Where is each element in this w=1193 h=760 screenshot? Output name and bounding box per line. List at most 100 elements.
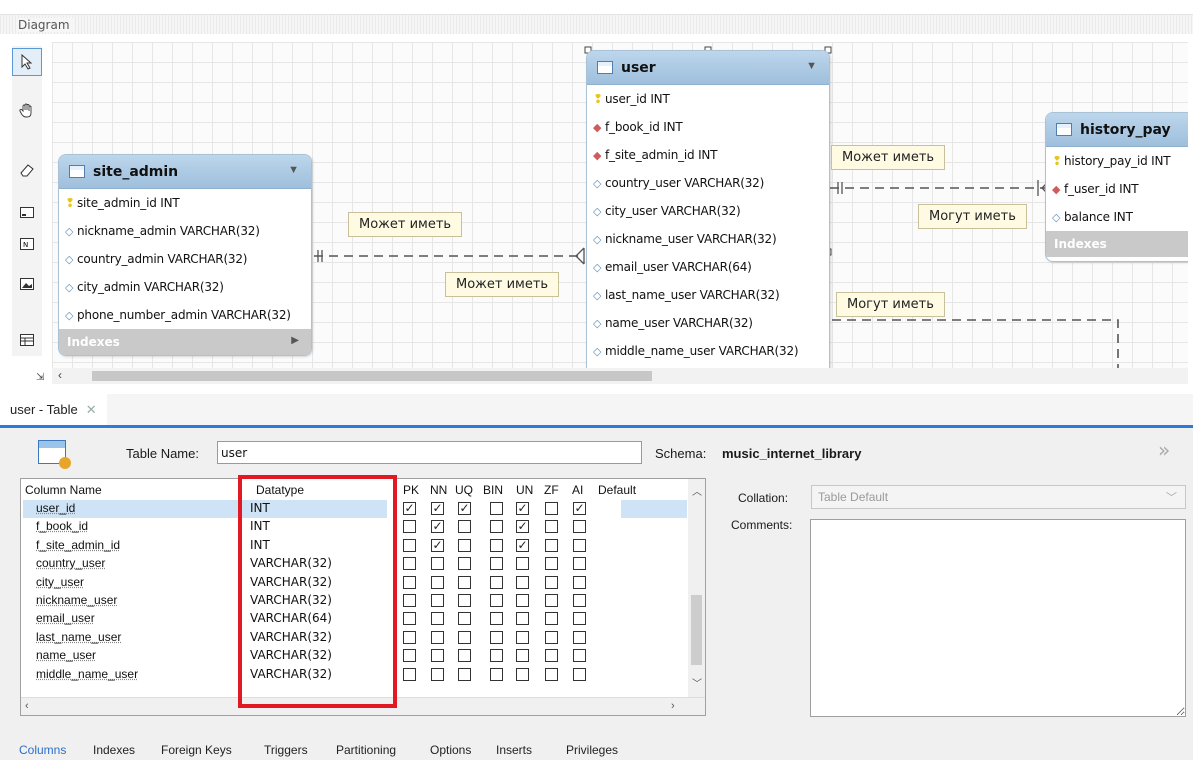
- relation-label[interactable]: Могут иметь: [836, 292, 945, 317]
- flag-checkbox-uq[interactable]: [458, 612, 471, 626]
- entity-column[interactable]: ◆ f_book_id INT: [587, 113, 829, 141]
- flag-checkbox-zf[interactable]: [545, 502, 558, 515]
- column-header-bin[interactable]: BIN: [483, 483, 503, 497]
- column-header-ai[interactable]: AI: [572, 483, 583, 497]
- entity-column[interactable]: ◆ f_site_admin_id INT: [587, 141, 829, 169]
- relation-label[interactable]: Может иметь: [348, 212, 463, 237]
- column-name-cell[interactable]: city_user: [36, 575, 84, 589]
- flag-checkbox-nn[interactable]: ✓: [431, 538, 444, 552]
- chevron-down-icon[interactable]: ▼: [288, 164, 299, 176]
- column-name-cell[interactable]: nickname_user: [36, 593, 117, 607]
- flag-checkbox-un[interactable]: [516, 575, 529, 589]
- scroll-left-icon[interactable]: ‹: [58, 368, 62, 382]
- tab-inserts[interactable]: Inserts: [496, 743, 532, 757]
- scroll-right-icon[interactable]: ›: [671, 700, 675, 712]
- flag-checkbox-pk[interactable]: [403, 594, 416, 607]
- flag-checkbox-bin[interactable]: [490, 502, 503, 515]
- flag-checkbox-nn[interactable]: [431, 667, 444, 681]
- flag-checkbox-zf[interactable]: [545, 520, 558, 534]
- chevron-down-icon[interactable]: ▼: [806, 60, 817, 72]
- flag-checkbox-nn[interactable]: ✓: [431, 520, 444, 534]
- comments-textarea[interactable]: [810, 519, 1186, 717]
- entity-column[interactable]: ❢ history_pay_id INT: [1046, 147, 1188, 175]
- entity-column[interactable]: ◇ city_admin VARCHAR(32): [59, 273, 311, 301]
- column-header-name[interactable]: Column Name: [25, 483, 102, 497]
- entity-user[interactable]: user ▼ ❢ user_id INT ◆ f_book_id INT ◆ f_si…: [586, 50, 830, 368]
- flag-checkbox-un[interactable]: [516, 667, 529, 681]
- flag-checkbox-nn[interactable]: [431, 594, 444, 607]
- entity-header[interactable]: user ▼: [587, 51, 829, 85]
- scroll-down-icon[interactable]: ﹀: [692, 675, 702, 690]
- entity-indexes[interactable]: Indexes ▶: [59, 329, 311, 355]
- flag-checkbox-ai[interactable]: [573, 538, 586, 552]
- flag-checkbox-bin[interactable]: [490, 630, 503, 644]
- flag-checkbox-un[interactable]: [516, 557, 529, 571]
- entity-column[interactable]: ◇ balance INT: [1046, 203, 1188, 231]
- flag-checkbox-pk[interactable]: [403, 538, 416, 552]
- entity-column[interactable]: ◇ phone_number_admin VARCHAR(32): [59, 301, 311, 329]
- entity-history-pay[interactable]: history_pay ❢ history_pay_id INT ◆ f_user_…: [1045, 112, 1188, 262]
- column-name-cell[interactable]: f_book_id: [36, 519, 88, 533]
- flag-checkbox-uq[interactable]: [458, 520, 471, 534]
- flag-checkbox-bin[interactable]: [490, 538, 503, 552]
- column-name-cell[interactable]: last_name_user: [36, 630, 121, 644]
- flag-checkbox-ai[interactable]: ✓: [573, 502, 586, 515]
- flag-checkbox-zf[interactable]: [545, 667, 558, 681]
- flag-checkbox-uq[interactable]: [458, 538, 471, 552]
- flag-checkbox-ai[interactable]: [573, 594, 586, 607]
- flag-checkbox-bin[interactable]: [490, 557, 503, 571]
- flag-checkbox-bin[interactable]: [490, 649, 503, 663]
- relation-label[interactable]: Может иметь: [445, 272, 560, 297]
- column-name-cell[interactable]: country_user: [36, 556, 105, 570]
- tab-privileges[interactable]: Privileges: [566, 743, 618, 757]
- diagram-canvas[interactable]: site_admin ▼ ❢ site_admin_id INT ◇ nicknam…: [52, 42, 1188, 368]
- tab-foreign-keys[interactable]: Foreign Keys: [161, 743, 232, 757]
- flag-checkbox-un[interactable]: [516, 612, 529, 626]
- flag-checkbox-zf[interactable]: [545, 594, 558, 607]
- entity-header[interactable]: site_admin ▼: [59, 155, 311, 189]
- column-header-default[interactable]: Default: [598, 483, 636, 497]
- flag-checkbox-zf[interactable]: [545, 612, 558, 626]
- flag-checkbox-pk[interactable]: ✓: [403, 502, 416, 515]
- default-cell-selected[interactable]: [621, 500, 687, 518]
- flag-checkbox-pk[interactable]: [403, 557, 416, 571]
- entity-column[interactable]: ◇ last_name_user VARCHAR(32): [587, 281, 829, 309]
- column-name-cell[interactable]: user_id: [36, 501, 75, 515]
- relation-label[interactable]: Могут иметь: [918, 204, 1027, 229]
- collapse-icon[interactable]: »: [1158, 438, 1170, 462]
- flag-checkbox-zf[interactable]: [545, 575, 558, 589]
- column-name-cell[interactable]: email_user: [36, 611, 95, 625]
- flag-checkbox-un[interactable]: ✓: [516, 502, 529, 515]
- flag-checkbox-pk[interactable]: [403, 575, 416, 589]
- column-header-zf[interactable]: ZF: [544, 483, 559, 497]
- column-name-cell[interactable]: middle_name_user: [36, 667, 138, 681]
- layer-icon[interactable]: [12, 198, 42, 226]
- flag-checkbox-ai[interactable]: [573, 520, 586, 534]
- image-icon[interactable]: [12, 270, 42, 298]
- tab-options[interactable]: Options: [430, 743, 471, 757]
- flag-checkbox-bin[interactable]: [490, 612, 503, 626]
- column-header-un[interactable]: UN: [516, 483, 533, 497]
- flag-checkbox-nn[interactable]: [431, 557, 444, 571]
- entity-site-admin[interactable]: site_admin ▼ ❢ site_admin_id INT ◇ nicknam…: [58, 154, 312, 356]
- flag-checkbox-un[interactable]: ✓: [516, 538, 529, 552]
- column-name-cell[interactable]: f_site_admin_id: [36, 538, 120, 552]
- flag-checkbox-ai[interactable]: [573, 630, 586, 644]
- tab-user-table[interactable]: user - Table ✕: [0, 394, 107, 425]
- relation-label[interactable]: Может иметь: [831, 145, 946, 170]
- entity-column[interactable]: ◇ nickname_admin VARCHAR(32): [59, 217, 311, 245]
- scrollbar-thumb[interactable]: [691, 595, 702, 665]
- flag-checkbox-pk[interactable]: [403, 667, 416, 681]
- flag-checkbox-bin[interactable]: [490, 667, 503, 681]
- flag-checkbox-pk[interactable]: [403, 520, 416, 534]
- flag-checkbox-ai[interactable]: [573, 667, 586, 681]
- flag-checkbox-un[interactable]: [516, 630, 529, 644]
- entity-column[interactable]: ◇ country_user VARCHAR(32): [587, 169, 829, 197]
- flag-checkbox-uq[interactable]: [458, 575, 471, 589]
- entity-column[interactable]: ◇ city_user VARCHAR(32): [587, 197, 829, 225]
- close-icon[interactable]: ✕: [86, 402, 97, 418]
- flag-checkbox-ai[interactable]: [573, 649, 586, 663]
- chevron-right-icon[interactable]: ▶: [291, 335, 299, 346]
- column-header-uq[interactable]: UQ: [455, 483, 473, 497]
- flag-checkbox-zf[interactable]: [545, 557, 558, 571]
